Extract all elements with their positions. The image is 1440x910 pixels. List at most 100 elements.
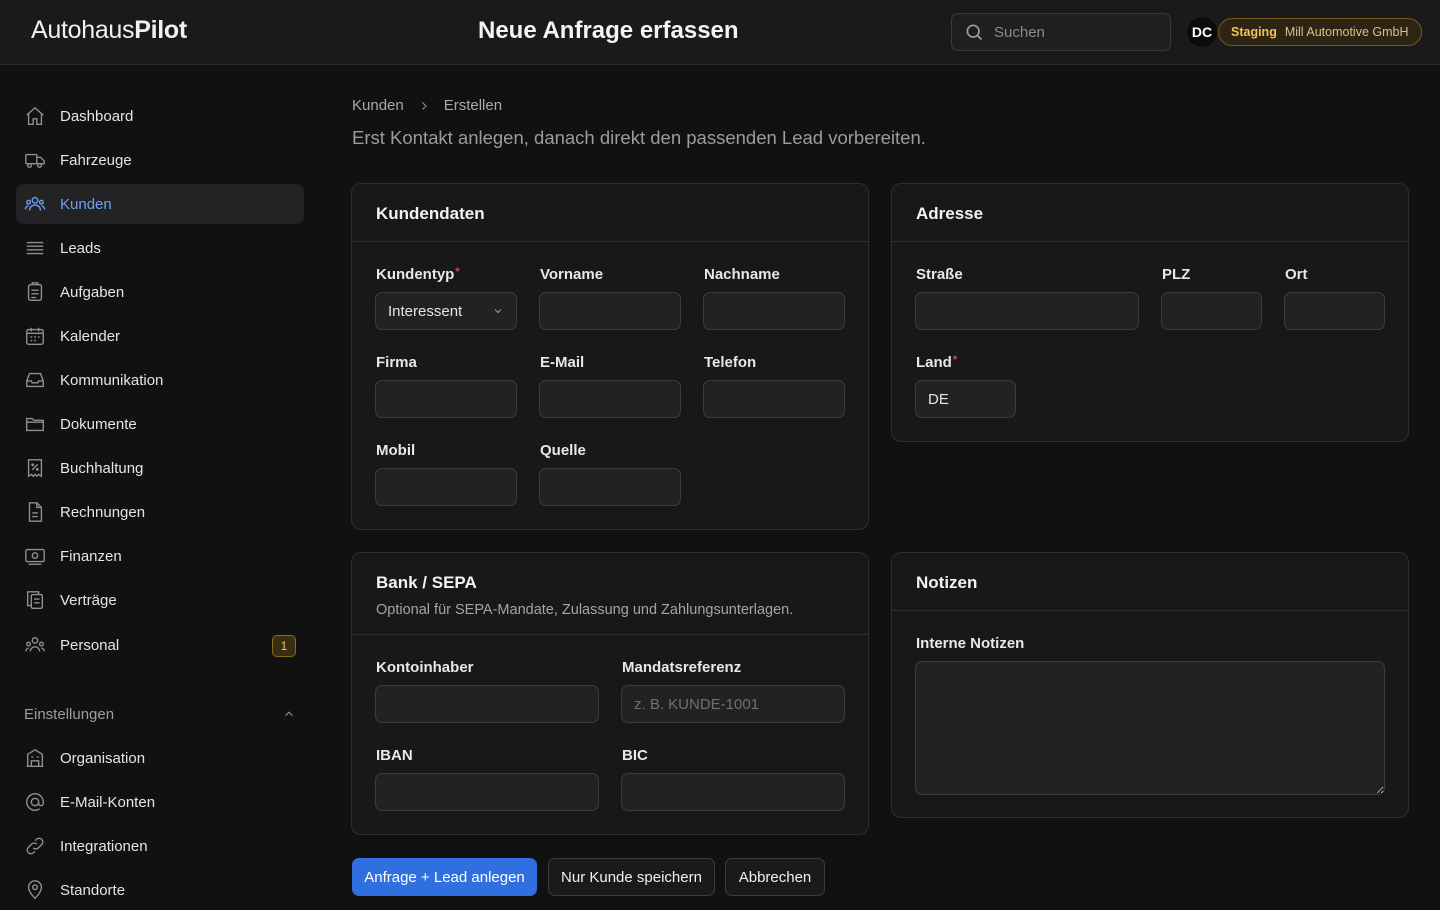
plz-input[interactable] bbox=[1161, 292, 1262, 330]
mobil-label: Mobil bbox=[376, 442, 416, 459]
chevron-right-icon bbox=[421, 101, 427, 110]
vorname-label: Vorname bbox=[540, 266, 604, 283]
plz-label: PLZ bbox=[1162, 266, 1191, 283]
sidebar-item-dashboard[interactable]: Dashboard bbox=[16, 96, 304, 136]
interne-notizen-textarea[interactable] bbox=[915, 661, 1385, 795]
sidebar-item-fahrzeuge[interactable]: Fahrzeuge bbox=[16, 140, 304, 180]
stack-icon bbox=[26, 241, 44, 255]
environment-badge[interactable]: Staging Mill Automotive GmbH bbox=[1218, 18, 1422, 46]
sidebar-item-label: Personal bbox=[60, 636, 120, 654]
sidebar-item-aufgaben[interactable]: Aufgaben bbox=[16, 272, 304, 312]
sidebar-item-label: Aufgaben bbox=[60, 283, 125, 301]
sidebar-item-kunden[interactable]: Kunden bbox=[16, 184, 304, 224]
sidebar-item-finanzen[interactable]: Finanzen bbox=[16, 536, 304, 576]
team-icon bbox=[25, 636, 45, 652]
quelle-label: Quelle bbox=[540, 442, 586, 459]
sidebar-item-email-konten[interactable]: E-Mail-Konten bbox=[16, 782, 304, 822]
bic-label: BIC bbox=[622, 747, 648, 764]
document-icon bbox=[28, 502, 43, 522]
kundentyp-select[interactable]: Interessent bbox=[375, 292, 517, 330]
card-title: Notizen bbox=[916, 573, 978, 592]
sidebar-item-label: Kunden bbox=[60, 195, 112, 213]
sidebar-item-label: Integrationen bbox=[60, 837, 148, 855]
breadcrumb-current: Erstellen bbox=[443, 97, 503, 114]
required-marker: * bbox=[952, 354, 958, 366]
sidebar-item-label: Kommunikation bbox=[60, 371, 164, 389]
receipt-percent-icon bbox=[27, 459, 43, 478]
search-input[interactable] bbox=[994, 23, 1164, 41]
at-icon bbox=[26, 793, 44, 811]
bic-input[interactable] bbox=[621, 773, 845, 811]
card-header: Bank / SEPA Optional für SEPA-Mandate, Z… bbox=[352, 553, 868, 635]
telefon-input[interactable] bbox=[703, 380, 845, 418]
firma-label: Firma bbox=[376, 354, 417, 371]
sidebar-item-organisation[interactable]: Organisation bbox=[16, 738, 304, 778]
firma-input[interactable] bbox=[375, 380, 517, 418]
save-customer-only-button[interactable]: Nur Kunde speichern bbox=[548, 858, 715, 896]
sidebar-item-label: Dokumente bbox=[60, 415, 137, 433]
mandatsreferenz-input[interactable] bbox=[621, 685, 845, 723]
chevron-up-icon bbox=[285, 711, 293, 717]
kontoinhaber-input[interactable] bbox=[375, 685, 599, 723]
required-marker: * bbox=[455, 266, 460, 278]
mobil-input[interactable] bbox=[375, 468, 517, 506]
card-header: Adresse bbox=[892, 184, 1408, 242]
vorname-input[interactable] bbox=[539, 292, 681, 330]
land-label: Land* bbox=[916, 354, 958, 371]
sidebar-item-dokumente[interactable]: Dokumente bbox=[16, 404, 304, 444]
sidebar-item-label: E-Mail-Konten bbox=[60, 793, 156, 811]
sidebar-item-label: Fahrzeuge bbox=[60, 151, 132, 169]
strasse-input[interactable] bbox=[915, 292, 1139, 330]
kundentyp-label: Kundentyp* bbox=[376, 266, 460, 283]
sidebar-item-kalender[interactable]: Kalender bbox=[16, 316, 304, 356]
iban-label: IBAN bbox=[376, 747, 413, 764]
documents-copy-icon bbox=[26, 591, 44, 609]
sidebar-item-leads[interactable]: Leads bbox=[16, 228, 304, 268]
card-title: Bank / SEPA bbox=[376, 573, 477, 592]
sidebar-item-label: Organisation bbox=[60, 749, 146, 767]
land-input[interactable] bbox=[915, 380, 1016, 418]
sidebar-item-label: Finanzen bbox=[60, 547, 122, 565]
search-box[interactable] bbox=[951, 13, 1171, 51]
app-logo[interactable]: AutohausPilot bbox=[31, 16, 187, 45]
breadcrumb-kunden[interactable]: Kunden bbox=[352, 97, 404, 114]
clipboard-icon bbox=[27, 282, 43, 301]
sidebar-item-label: Standorte bbox=[60, 881, 126, 899]
interne-notizen-label: Interne Notizen bbox=[916, 635, 1025, 652]
calendar-icon bbox=[26, 327, 44, 345]
cancel-button[interactable]: Abbrechen bbox=[725, 858, 825, 896]
ort-input[interactable] bbox=[1284, 292, 1385, 330]
sidebar-item-buchhaltung[interactable]: Buchhaltung bbox=[16, 448, 304, 488]
sidebar-item-label: Verträge bbox=[60, 591, 117, 609]
ort-label: Ort bbox=[1285, 266, 1308, 283]
truck-icon bbox=[25, 153, 45, 169]
map-pin-icon bbox=[27, 880, 43, 900]
email-input[interactable] bbox=[539, 380, 681, 418]
nachname-input[interactable] bbox=[703, 292, 845, 330]
quelle-input[interactable] bbox=[539, 468, 681, 506]
mandatsreferenz-label: Mandatsreferenz bbox=[622, 659, 742, 676]
sidebar-item-kommunikation[interactable]: Kommunikation bbox=[16, 360, 304, 400]
sidebar-item-vertraege[interactable]: Verträge bbox=[16, 580, 304, 620]
card-title: Kundendaten bbox=[376, 204, 485, 223]
create-inquiry-lead-button[interactable]: Anfrage + Lead anlegen bbox=[352, 858, 537, 896]
avatar[interactable]: DC bbox=[1187, 17, 1217, 47]
sidebar-item-rechnungen[interactable]: Rechnungen bbox=[16, 492, 304, 532]
notification-badge: 1 bbox=[272, 635, 296, 657]
sidebar-item-personal[interactable]: Personal 1 bbox=[16, 625, 304, 665]
sidebar-item-standorte[interactable]: Standorte bbox=[16, 870, 304, 910]
chevron-down-icon bbox=[494, 309, 502, 314]
banknote-icon bbox=[25, 548, 45, 565]
settings-section-toggle[interactable]: Einstellungen bbox=[24, 704, 296, 724]
page-title: Neue Anfrage erfassen bbox=[478, 17, 739, 44]
staging-label: Staging bbox=[1231, 25, 1277, 39]
sidebar-item-label: Dashboard bbox=[60, 107, 134, 125]
sidebar-item-integrationen[interactable]: Integrationen bbox=[16, 826, 304, 866]
iban-input[interactable] bbox=[375, 773, 599, 811]
inbox-icon bbox=[26, 372, 44, 388]
sidebar-item-label: Leads bbox=[60, 239, 101, 257]
building-icon bbox=[26, 748, 44, 767]
card-description: Optional für SEPA-Mandate, Zulassung und… bbox=[376, 602, 794, 618]
top-bar: AutohausPilot Neue Anfrage erfassen DC S… bbox=[0, 0, 1440, 65]
card-title: Adresse bbox=[916, 204, 984, 223]
